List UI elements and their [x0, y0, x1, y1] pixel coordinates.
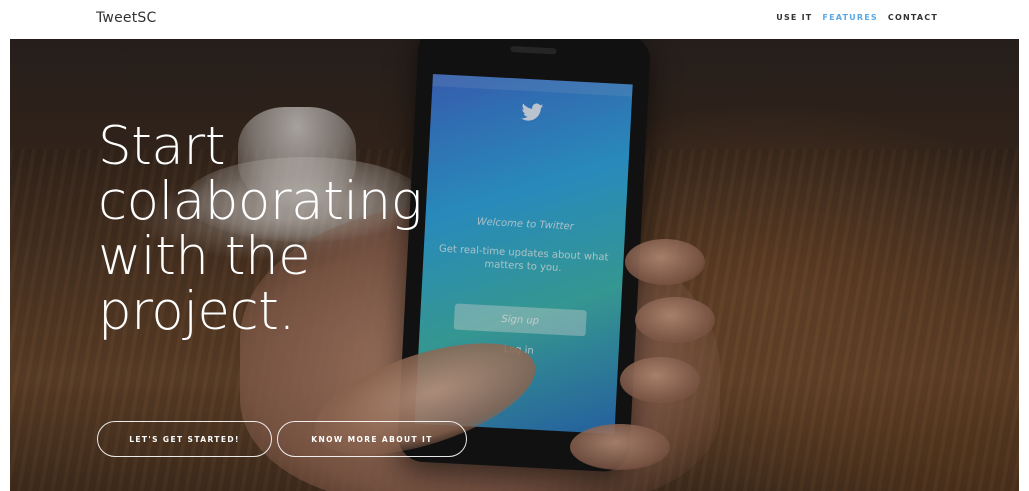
top-navbar: TweetSC USE IT FEATURES CONTACT — [0, 0, 1029, 39]
get-started-button[interactable]: LET'S GET STARTED! — [97, 421, 272, 457]
headline-line: with the — [98, 226, 311, 287]
nav-link-contact[interactable]: CONTACT — [888, 13, 938, 22]
nav-links: USE IT FEATURES CONTACT — [776, 13, 938, 22]
headline-line: project. — [98, 281, 295, 342]
nav-link-features[interactable]: FEATURES — [822, 13, 877, 22]
know-more-button[interactable]: KNOW MORE ABOUT IT — [277, 421, 467, 457]
nav-link-use-it[interactable]: USE IT — [776, 13, 812, 22]
hero-headline: Start colaborating with the project. — [98, 119, 458, 339]
headline-line: colaborating — [98, 171, 423, 232]
headline-line: Start — [98, 116, 225, 177]
brand-logo[interactable]: TweetSC — [96, 10, 156, 26]
hero-section: Welcome to Twitter Get real-time updates… — [10, 39, 1019, 491]
